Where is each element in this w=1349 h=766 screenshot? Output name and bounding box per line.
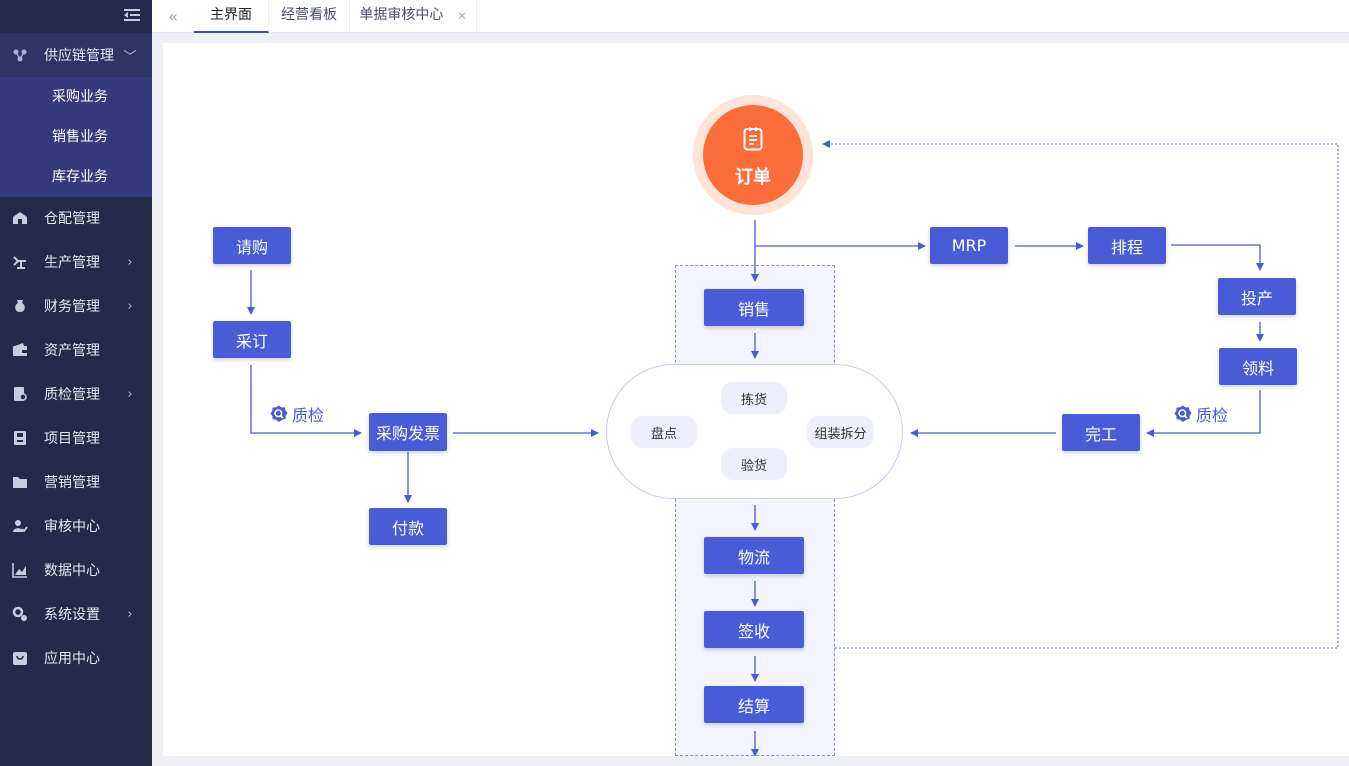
sidebar-item-label: 仓配管理: [44, 211, 100, 227]
sidebar-item-production[interactable]: 生产管理 ›: [0, 240, 152, 284]
audit-icon: [12, 518, 28, 534]
submenu-item-purchase[interactable]: 采购业务: [0, 77, 152, 117]
sidebar-item-label: 系统设置: [44, 607, 100, 623]
node-purchase-order[interactable]: 采订: [213, 321, 291, 358]
sidebar-item-settings[interactable]: 系统设置 ›: [0, 592, 152, 636]
sidebar: 供应链管理 ﹀ 采购业务 销售业务 库存业务 仓配管理 生产管理 › 财务管理 …: [0, 0, 152, 766]
business-flow-diagram: 订单 请购 采订 质检 采购发票 付款 销售 拣货 盘点 验货 组装拆分 物流 …: [163, 43, 1349, 756]
folder-icon: [12, 474, 28, 490]
node-logistics[interactable]: 物流: [704, 537, 804, 574]
node-sales[interactable]: 销售: [704, 289, 804, 326]
sidebar-item-audit[interactable]: 审核中心: [0, 504, 152, 548]
document-icon: [743, 127, 763, 151]
node-sign[interactable]: 签收: [704, 611, 804, 648]
wallet-icon: [12, 342, 28, 358]
chevron-down-icon: ﹀: [123, 49, 137, 65]
sidebar-item-label: 生产管理: [44, 255, 100, 271]
sidebar-header: [0, 0, 152, 33]
app-icon: [12, 650, 28, 666]
node-purchase-request[interactable]: 请购: [213, 227, 291, 264]
finance-icon: [12, 298, 28, 314]
tab-label: 经营看板: [281, 7, 337, 23]
quality-icon: [12, 386, 28, 402]
tab-dashboard[interactable]: 经营看板: [269, 0, 350, 33]
menu-collapse-icon[interactable]: [124, 8, 140, 22]
submenu-item-inventory[interactable]: 库存业务: [0, 157, 152, 197]
chevron-right-icon: ›: [127, 254, 133, 270]
settings-icon: [12, 606, 28, 622]
sidebar-item-project[interactable]: 项目管理: [0, 416, 152, 460]
node-mrp[interactable]: MRP: [930, 227, 1008, 264]
sidebar-item-finance[interactable]: 财务管理 ›: [0, 284, 152, 328]
tab-label: 单据审核中心: [359, 7, 444, 23]
quality-check-left: 质检: [270, 402, 324, 426]
sidebar-item-label: 审核中心: [44, 519, 100, 535]
node-picking[interactable]: 拣货: [721, 382, 787, 414]
sidebar-item-label: 财务管理: [44, 299, 100, 315]
tab-main[interactable]: 主界面: [194, 0, 269, 33]
main-content: 订单 请购 采订 质检 采购发票 付款 销售 拣货 盘点 验货 组装拆分 物流 …: [163, 43, 1349, 756]
sidebar-item-label: 数据中心: [44, 563, 100, 579]
sidebar-item-marketing[interactable]: 营销管理: [0, 460, 152, 504]
submenu-item-sales[interactable]: 销售业务: [0, 117, 152, 157]
quality-check-label: 质检: [292, 406, 325, 425]
sidebar-item-supply-chain[interactable]: 供应链管理 ﹀: [0, 33, 152, 77]
sidebar-item-label: 资产管理: [44, 343, 100, 359]
chevron-right-icon: ›: [127, 606, 133, 622]
node-settlement[interactable]: 结算: [704, 686, 804, 723]
quality-check-label: 质检: [1196, 406, 1229, 425]
sidebar-item-label: 质检管理: [44, 387, 100, 403]
order-node[interactable]: 订单: [703, 105, 803, 205]
sidebar-item-label: 供应链管理: [44, 48, 114, 64]
tab-label: 主界面: [210, 7, 252, 23]
project-icon: [12, 430, 28, 446]
close-icon[interactable]: ×: [457, 9, 466, 22]
node-inspection[interactable]: 验货: [721, 448, 787, 480]
sidebar-item-assets[interactable]: 资产管理: [0, 328, 152, 372]
sidebar-item-label: 营销管理: [44, 475, 100, 491]
sidebar-item-apps[interactable]: 应用中心: [0, 636, 152, 680]
tab-bar: « 主界面 经营看板 单据审核中心 ×: [152, 0, 1349, 33]
chart-icon: [12, 562, 28, 578]
order-label: 订单: [735, 167, 771, 188]
quality-check-right: 质检: [1174, 402, 1228, 426]
sidebar-item-warehouse[interactable]: 仓配管理: [0, 196, 152, 240]
warehouse-icon: [12, 210, 28, 226]
node-stocktake[interactable]: 盘点: [631, 416, 697, 448]
node-complete[interactable]: 完工: [1062, 414, 1140, 451]
node-schedule[interactable]: 排程: [1088, 227, 1166, 264]
quality-check-icon: [1174, 405, 1192, 422]
sidebar-item-data[interactable]: 数据中心: [0, 548, 152, 592]
submenu: 采购业务 销售业务 库存业务: [0, 77, 152, 197]
node-purchase-invoice[interactable]: 采购发票: [369, 413, 447, 451]
node-payment[interactable]: 付款: [369, 508, 447, 545]
tabs-back-icon[interactable]: «: [152, 0, 194, 33]
node-material[interactable]: 领料: [1219, 348, 1297, 385]
node-produce[interactable]: 投产: [1218, 278, 1296, 315]
quality-check-icon: [270, 405, 288, 422]
chevron-right-icon: ›: [127, 386, 133, 402]
node-assembly[interactable]: 组装拆分: [807, 416, 874, 448]
production-icon: [12, 254, 28, 270]
supply-chain-icon: [12, 47, 28, 63]
tab-audit-center[interactable]: 单据审核中心 ×: [350, 0, 477, 33]
chevron-right-icon: ›: [127, 298, 133, 314]
sidebar-item-label: 项目管理: [44, 431, 100, 447]
sidebar-item-quality[interactable]: 质检管理 ›: [0, 372, 152, 416]
sidebar-item-label: 应用中心: [44, 651, 100, 667]
